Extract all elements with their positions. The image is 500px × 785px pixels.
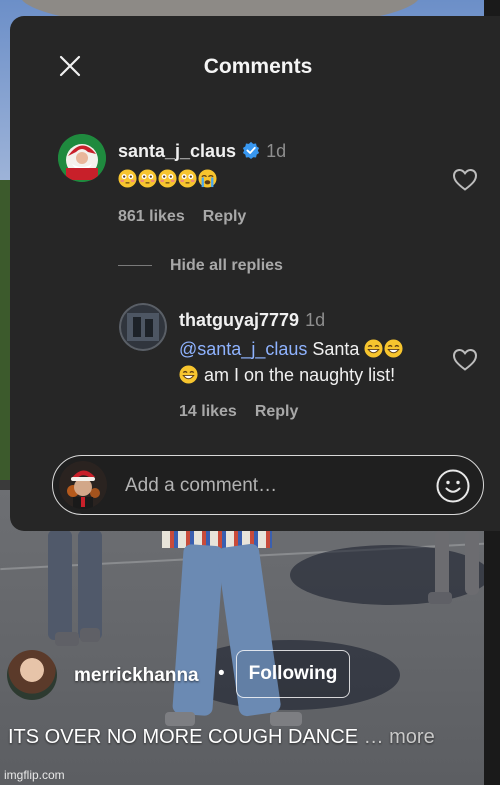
comment-meta: 861 likes Reply — [118, 208, 246, 226]
sheet-title: Comments — [203, 55, 313, 78]
comment-time: 1d — [266, 141, 287, 161]
reply-meta: 14 likes Reply — [179, 403, 298, 421]
heart-icon — [452, 348, 478, 371]
reply-avatar-image — [119, 303, 167, 351]
heart-icon — [452, 168, 478, 191]
reply-text: @santa_j_claus Santa am I on the naughty… — [179, 336, 439, 388]
post-caption: ITS OVER NO MORE COUGH DANCE … more — [8, 726, 435, 748]
crying-emoji-icon — [198, 169, 217, 188]
grinning-emoji-icon — [364, 339, 383, 358]
grinning-emoji-icon — [179, 365, 198, 384]
post-owner-username[interactable]: merrickhanna — [74, 665, 199, 687]
reply-avatar[interactable] — [119, 303, 167, 351]
post-owner-avatar[interactable] — [7, 650, 57, 700]
hide-replies-button[interactable]: Hide all replies — [170, 257, 283, 275]
comment-input-bar — [52, 455, 484, 515]
comment-likes[interactable]: 861 likes — [118, 208, 185, 225]
smiley-icon — [436, 469, 470, 503]
flushed-emoji-icon — [178, 169, 197, 188]
commenter-avatar[interactable] — [58, 134, 106, 182]
current-user-avatar-image — [59, 461, 107, 509]
reply-to-reply-button[interactable]: Reply — [255, 403, 299, 420]
flushed-emoji-icon — [138, 169, 157, 188]
comment-input[interactable] — [125, 472, 425, 500]
thread-line — [118, 265, 152, 266]
reply-time: 1d — [305, 310, 326, 330]
reply-button[interactable]: Reply — [203, 208, 247, 225]
more-button[interactable]: … more — [364, 726, 435, 748]
flushed-emoji-icon — [118, 169, 137, 188]
reply-username[interactable]: thatguyaj7779 1d — [179, 310, 325, 331]
verified-badge-icon — [242, 141, 260, 159]
santa-avatar-image — [58, 134, 106, 182]
comment-username[interactable]: santa_j_claus 1d — [118, 141, 286, 162]
grinning-emoji-icon — [384, 339, 403, 358]
comment-emojis — [118, 166, 218, 192]
reply-likes[interactable]: 14 likes — [179, 403, 237, 420]
flushed-emoji-icon — [158, 169, 177, 188]
separator-dot: • — [218, 663, 225, 684]
mention-link[interactable]: @santa_j_claus — [179, 339, 307, 359]
current-user-avatar — [59, 461, 107, 509]
like-reply-button[interactable] — [452, 348, 478, 372]
following-button[interactable]: Following — [236, 650, 350, 698]
watermark: imgflip.com — [4, 768, 65, 782]
emoji-picker-button[interactable] — [435, 468, 471, 504]
like-comment-button[interactable] — [452, 168, 478, 192]
